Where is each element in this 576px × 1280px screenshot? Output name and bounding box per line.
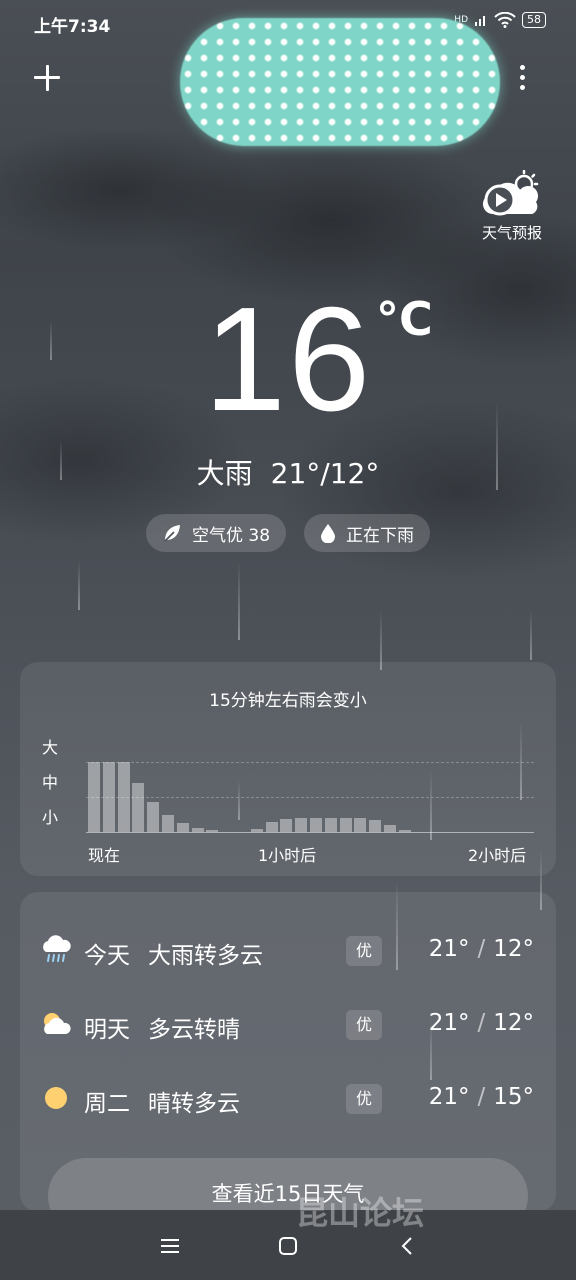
rain-bar — [102, 762, 115, 832]
rain-bar — [354, 818, 367, 832]
rain-streak — [238, 560, 240, 640]
rain-bar — [295, 818, 308, 832]
current-condition-row: 大雨 21°/12° — [0, 452, 576, 492]
daily-row-today[interactable]: 今天 大雨转多云 优 21°/12° — [20, 922, 556, 978]
day-temp-range: 21°/12° — [428, 1010, 534, 1036]
gridline-heavy — [86, 762, 534, 763]
status-icons: HD 58 — [454, 12, 546, 28]
day-low: 15° — [493, 1084, 534, 1110]
air-quality-label: 空气优 38 — [191, 525, 271, 546]
day-condition: 多云转晴 — [148, 1017, 240, 1043]
current-pills: 空气优 38 正在下雨 — [0, 514, 576, 552]
day-low: 12° — [493, 936, 534, 962]
back-nav-icon[interactable] — [396, 1234, 420, 1258]
y-label-heavy: 大 — [42, 738, 59, 757]
rain-streak — [530, 610, 532, 660]
rain-bar — [324, 818, 337, 832]
rain-streak — [78, 560, 80, 610]
rain-bar — [191, 827, 204, 832]
chart-baseline — [86, 832, 534, 833]
day-name: 明天 — [84, 1017, 130, 1043]
rain-intensity-chart: 大 中 小 现在 1小时后 2小时后 — [40, 732, 536, 872]
home-nav-icon[interactable] — [276, 1234, 300, 1258]
rain-bar — [88, 762, 100, 832]
day-condition: 晴转多云 — [148, 1091, 240, 1117]
rain-forecast-card[interactable]: 15分钟左右雨会变小 大 中 小 现在 1小时后 2小时后 — [20, 662, 556, 876]
rain-bar — [250, 828, 263, 832]
day-name: 周二 — [84, 1091, 130, 1117]
weather-video-button[interactable]: 天气预报 — [476, 169, 548, 243]
day-name: 今天 — [84, 943, 130, 969]
air-quality-pill[interactable]: 空气优 38 — [145, 514, 287, 552]
rain-bar — [369, 819, 382, 832]
day-high: 21° — [428, 936, 470, 962]
add-city-button[interactable] — [30, 60, 64, 94]
rain-bar — [398, 830, 411, 832]
temperature-unit: °C — [376, 292, 433, 346]
menu-nav-icon[interactable] — [158, 1234, 182, 1258]
city-name-redacted[interactable] — [180, 18, 500, 146]
gridline-medium — [86, 797, 534, 798]
current-condition: 大雨 — [196, 457, 253, 490]
heavy-rain-icon — [43, 935, 71, 962]
day-temp-range: 21°/12° — [428, 936, 534, 962]
rain-bar — [176, 823, 189, 832]
battery-indicator: 58 — [522, 12, 546, 28]
rain-status-pill[interactable]: 正在下雨 — [304, 514, 431, 552]
leaf-icon — [164, 525, 180, 542]
y-label-light: 小 — [42, 808, 59, 827]
rain-bar — [162, 814, 174, 832]
day-low: 12° — [493, 1010, 534, 1036]
weather-video-label: 天气预报 — [481, 224, 542, 242]
x-label-1h: 1小时后 — [258, 846, 317, 865]
weather-video-icon — [480, 169, 544, 220]
raindrop-icon — [321, 524, 336, 543]
more-options-button[interactable] — [515, 63, 529, 93]
system-navigation-bar — [0, 1210, 576, 1280]
rain-bar — [117, 762, 130, 832]
signal-icon — [475, 16, 485, 26]
day-high: 21° — [428, 1010, 470, 1036]
aqi-badge: 优 — [346, 1084, 382, 1114]
y-label-medium: 中 — [42, 773, 59, 792]
rain-bar — [206, 830, 219, 832]
rain-bar — [265, 821, 278, 832]
status-time: 上午7:34 — [34, 17, 111, 37]
daily-row-tomorrow[interactable]: 明天 多云转晴 优 21°/12° — [20, 996, 556, 1052]
rain-bar — [280, 818, 293, 832]
watermark-text: 昆山论坛 — [296, 1194, 425, 1232]
rain-bar — [339, 818, 352, 832]
day-high: 21° — [428, 1084, 470, 1110]
x-label-2h: 2小时后 — [468, 846, 527, 865]
current-temperature: 16 — [203, 277, 373, 442]
rain-bar — [384, 825, 396, 832]
rain-bar — [132, 783, 145, 832]
rain-forecast-title: 15分钟左右雨会变小 — [209, 691, 367, 711]
rain-bar — [147, 802, 160, 832]
day-temp-range: 21°/15° — [428, 1084, 534, 1110]
sun-icon — [45, 1087, 67, 1109]
x-label-now: 现在 — [88, 846, 121, 865]
aqi-badge: 优 — [346, 1010, 382, 1040]
wifi-icon — [494, 12, 516, 28]
partly-cloudy-icon — [44, 1013, 71, 1034]
rain-status-label: 正在下雨 — [346, 525, 415, 546]
day-condition: 大雨转多云 — [148, 943, 263, 969]
rain-streak — [380, 610, 382, 670]
daily-row-tuesday[interactable]: 周二 晴转多云 优 21°/15° — [20, 1070, 556, 1126]
today-temp-range: 21°/12° — [270, 457, 380, 490]
rain-bar — [310, 818, 322, 832]
aqi-badge: 优 — [346, 936, 382, 966]
